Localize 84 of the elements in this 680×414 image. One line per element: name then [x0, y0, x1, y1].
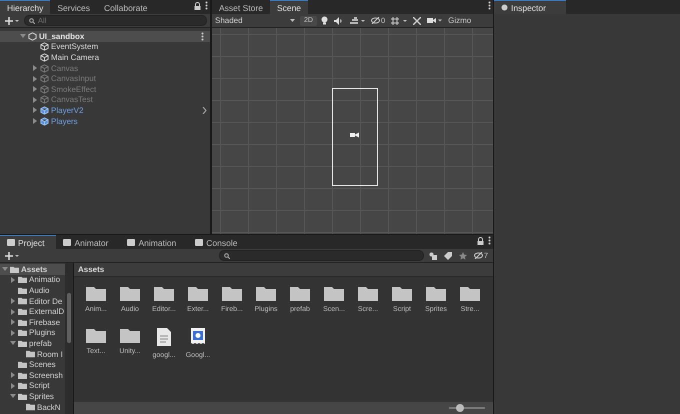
grid-dropdown[interactable]	[389, 15, 410, 26]
panel-tab[interactable]: Scene	[270, 0, 308, 14]
caret-icon[interactable]	[20, 33, 26, 40]
camera-dropdown[interactable]	[425, 15, 444, 26]
shading-dropdown[interactable]: Shaded	[212, 15, 298, 26]
folder-row[interactable]: prefab	[0, 338, 65, 349]
panel-tab[interactable]: Project	[0, 235, 56, 249]
star-icon[interactable]	[456, 250, 469, 261]
hierarchy-item[interactable]: Players	[0, 116, 210, 126]
panel-tab[interactable]: Collaborate	[96, 0, 154, 14]
panel-tab[interactable]: Services	[50, 0, 97, 14]
folder-row[interactable]: BackN	[0, 402, 65, 412]
folder-row[interactable]: Sprites	[0, 391, 65, 402]
lock-icon[interactable]	[477, 236, 484, 244]
folder-row[interactable]: Editor De	[0, 296, 65, 306]
folder-icon	[188, 285, 208, 301]
cube-icon	[40, 52, 49, 62]
folder-icon	[256, 285, 276, 301]
folder-icon	[86, 327, 106, 343]
prefab-cube-icon	[40, 106, 49, 115]
tab-icon	[195, 239, 204, 246]
folder-icon	[426, 285, 446, 301]
cube-icon	[40, 84, 49, 94]
tab-icon	[127, 239, 136, 246]
search-icon	[224, 252, 230, 258]
caret-icon	[290, 19, 295, 22]
folder-row[interactable]: Scenes	[0, 359, 65, 370]
prefab-cube-icon	[40, 116, 49, 126]
lighting-toggle[interactable]	[318, 15, 330, 26]
search-field[interactable]	[218, 250, 424, 261]
folder-icon	[324, 285, 344, 301]
folder-icon	[120, 327, 140, 343]
scene-row[interactable]: UI_sandbox	[0, 31, 210, 42]
chevron-right-icon[interactable]	[202, 106, 207, 114]
hierarchy-item[interactable]: EventSystem	[0, 42, 210, 52]
folder-icon	[120, 285, 140, 301]
folder-icon	[392, 285, 412, 301]
panel-tab[interactable]: Inspector	[494, 0, 566, 14]
folder-icon	[86, 285, 106, 301]
cube-icon	[40, 64, 49, 73]
breadcrumb[interactable]: Assets	[78, 265, 104, 274]
lock-icon[interactable]	[194, 2, 201, 10]
hierarchy-item[interactable]: PlayerV2	[0, 105, 210, 116]
folder-row[interactable]: Room I	[0, 348, 65, 360]
search-icon	[29, 18, 35, 24]
more-icon[interactable]	[488, 236, 491, 245]
panel-tab[interactable]: Animator	[56, 235, 120, 249]
more-icon[interactable]	[201, 32, 204, 41]
add-button[interactable]	[3, 250, 21, 261]
eye-slash-icon	[474, 252, 483, 259]
folder-row[interactable]: ExternalD	[0, 306, 65, 317]
folder-row[interactable]: Plugins	[0, 328, 65, 338]
folder-icon	[290, 285, 310, 301]
camera-gizmo-icon[interactable]	[350, 132, 359, 138]
info-icon	[501, 4, 508, 11]
folder-row[interactable]: Audio	[0, 285, 65, 296]
filter-type-icon[interactable]	[426, 250, 439, 261]
panel-tab[interactable]: Hierarchy	[0, 0, 50, 14]
add-button[interactable]	[3, 15, 21, 26]
folder-icon	[154, 285, 174, 301]
folder-row[interactable]: Firebase	[0, 316, 65, 328]
folder-row[interactable]: Script	[0, 380, 65, 392]
cube-icon	[40, 74, 49, 84]
more-icon[interactable]	[488, 1, 491, 10]
cube-icon	[40, 95, 49, 104]
asset-icon	[189, 327, 207, 347]
cube-icon	[40, 42, 49, 52]
tab-icon	[63, 239, 72, 246]
panel-tab[interactable]: Animation	[120, 235, 188, 249]
folder-icon	[460, 285, 480, 301]
tab-icon	[7, 239, 15, 246]
folder-row[interactable]: Assets	[0, 264, 65, 275]
folder-icon	[222, 285, 242, 301]
panel-tab[interactable]: Console	[188, 235, 250, 249]
more-icon[interactable]	[205, 1, 208, 10]
slider-thumb[interactable]	[456, 404, 464, 412]
folder-row[interactable]: Animatio	[0, 274, 65, 286]
gizmos-button[interactable]: Gizmo	[446, 15, 474, 26]
eye-slash-icon	[370, 17, 380, 24]
panel-tab[interactable]: Asset Store	[212, 0, 270, 14]
document-icon	[156, 327, 172, 347]
hierarchy-item[interactable]: Main Camera	[0, 52, 210, 63]
folder-row[interactable]: Screensh	[0, 370, 65, 381]
folder-icon	[358, 285, 378, 301]
